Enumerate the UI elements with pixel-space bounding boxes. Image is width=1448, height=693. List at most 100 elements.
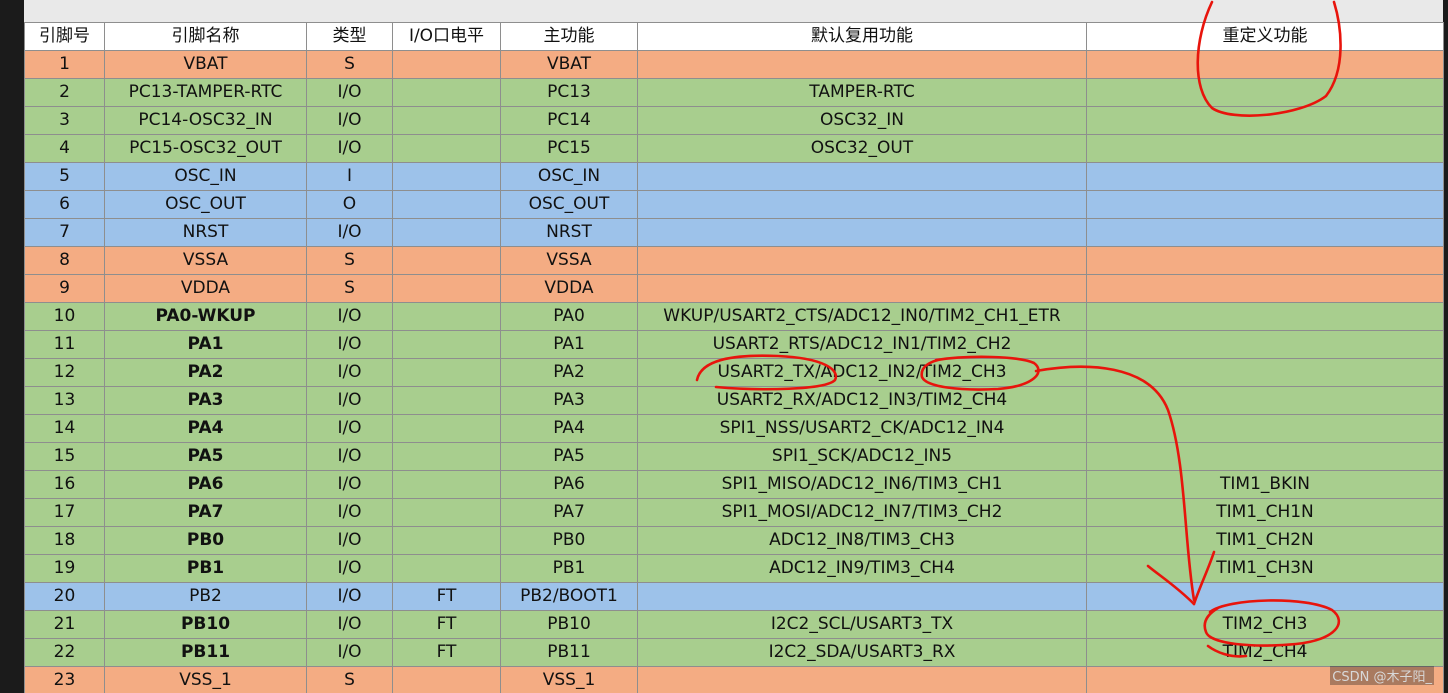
cell-default-alt-function [637,218,1087,247]
cell-default-alt-function: OSC32_OUT [637,134,1087,163]
cell-io-level [392,554,501,583]
table-row: 10 PA0-WKUP I/O PA0 WKUP/USART2_CTS/ADC12_IN… [24,302,1444,331]
cell-io-level [392,470,501,499]
cell-default-alt-function [637,246,1087,275]
cell-remap-function [1086,106,1444,135]
cell-default-alt-function [637,162,1087,191]
cell-io-level [392,218,501,247]
cell-pin-number: 19 [24,554,105,583]
cell-pin-name: VSSA [104,246,307,275]
cell-type: I/O [306,78,393,107]
cell-pin-number: 20 [24,582,105,611]
cell-main-function: PB0 [500,526,638,555]
cell-pin-number: 16 [24,470,105,499]
cell-default-alt-function: SPI1_MOSI/ADC12_IN7/TIM3_CH2 [637,498,1087,527]
cell-type: I/O [306,582,393,611]
cell-pin-name: PA2 [104,358,307,387]
cell-pin-name: PA3 [104,386,307,415]
cell-io-level [392,162,501,191]
table-row: 2 PC13-TAMPER-RTC I/O PC13 TAMPER-RTC [24,78,1444,107]
cell-remap-function: TIM1_BKIN [1086,470,1444,499]
table-row: 1 VBAT S VBAT [24,50,1444,79]
cell-pin-name: PA4 [104,414,307,443]
cell-main-function: OSC_IN [500,162,638,191]
screenshot-canvas: 引脚号 引脚名称 类型 I/O口电平 主功能 默认复用功能 重定义功能 1 VBA… [0,0,1448,693]
cell-pin-number: 1 [24,50,105,79]
cell-default-alt-function: WKUP/USART2_CTS/ADC12_IN0/TIM2_CH1_ETR [637,302,1087,331]
cell-io-level [392,330,501,359]
cell-io-level [392,302,501,331]
header-io-level: I/O口电平 [392,22,501,51]
cell-type: I/O [306,414,393,443]
cell-default-alt-function: USART2_TX/ADC12_IN2/TIM2_CH3 [637,358,1087,387]
cell-io-level: FT [392,610,501,639]
cell-remap-function [1086,274,1444,303]
cell-type: I/O [306,498,393,527]
cell-default-alt-function: USART2_RX/ADC12_IN3/TIM2_CH4 [637,386,1087,415]
cell-pin-name: PA5 [104,442,307,471]
table-header-row: 引脚号 引脚名称 类型 I/O口电平 主功能 默认复用功能 重定义功能 [24,22,1444,51]
cell-main-function: PA0 [500,302,638,331]
table-row: 22 PB11 I/O FT PB11 I2C2_SDA/USART3_RX TIM2_CH… [24,638,1444,667]
cell-remap-function [1086,218,1444,247]
cell-remap-function [1086,302,1444,331]
cell-type: I/O [306,386,393,415]
cell-default-alt-function: ADC12_IN9/TIM3_CH4 [637,554,1087,583]
cell-io-level [392,498,501,527]
header-main-function: 主功能 [500,22,638,51]
table-row: 9 VDDA S VDDA [24,274,1444,303]
cell-remap-function [1086,134,1444,163]
cell-type: S [306,666,393,693]
table-row: 20 PB2 I/O FT PB2/BOOT1 [24,582,1444,611]
cell-main-function: PC13 [500,78,638,107]
cell-main-function: PA4 [500,414,638,443]
cell-remap-function [1086,246,1444,275]
cell-pin-number: 5 [24,162,105,191]
cell-pin-number: 10 [24,302,105,331]
cell-pin-name: PB0 [104,526,307,555]
cell-remap-function [1086,386,1444,415]
cell-pin-number: 12 [24,358,105,387]
cell-remap-function [1086,358,1444,387]
cell-io-level [392,106,501,135]
cell-type: O [306,190,393,219]
cell-pin-number: 2 [24,78,105,107]
cell-pin-name: PB11 [104,638,307,667]
cell-pin-number: 8 [24,246,105,275]
cell-main-function: VDDA [500,274,638,303]
cell-pin-name: OSC_IN [104,162,307,191]
cell-default-alt-function [637,190,1087,219]
cell-pin-number: 3 [24,106,105,135]
cell-io-level [392,50,501,79]
cell-main-function: PA5 [500,442,638,471]
table-row: 7 NRST I/O NRST [24,218,1444,247]
cell-pin-number: 14 [24,414,105,443]
cell-main-function: VSSA [500,246,638,275]
table-row: 8 VSSA S VSSA [24,246,1444,275]
cell-default-alt-function [637,50,1087,79]
cell-pin-number: 22 [24,638,105,667]
table-row: 23 VSS_1 S VSS_1 [24,666,1444,693]
cell-pin-name: VDDA [104,274,307,303]
cell-remap-function: TIM2_CH3 [1086,610,1444,639]
cell-type: I/O [306,470,393,499]
cell-default-alt-function: I2C2_SDA/USART3_RX [637,638,1087,667]
cell-io-level [392,386,501,415]
cell-pin-name: PA7 [104,498,307,527]
cell-io-level [392,246,501,275]
cell-default-alt-function: SPI1_SCK/ADC12_IN5 [637,442,1087,471]
cell-pin-name: NRST [104,218,307,247]
cell-remap-function [1086,78,1444,107]
cell-remap-function [1086,162,1444,191]
cell-main-function: NRST [500,218,638,247]
cell-pin-name: PB2 [104,582,307,611]
cell-remap-function [1086,582,1444,611]
cell-pin-name: PA6 [104,470,307,499]
cell-type: I/O [306,106,393,135]
table-row: 18 PB0 I/O PB0 ADC12_IN8/TIM3_CH3 TIM1_CH2N [24,526,1444,555]
cell-default-alt-function: USART2_RTS/ADC12_IN1/TIM2_CH2 [637,330,1087,359]
cell-io-level [392,666,501,693]
cell-default-alt-function: OSC32_IN [637,106,1087,135]
cell-main-function: PB2/BOOT1 [500,582,638,611]
cell-remap-function [1086,414,1444,443]
